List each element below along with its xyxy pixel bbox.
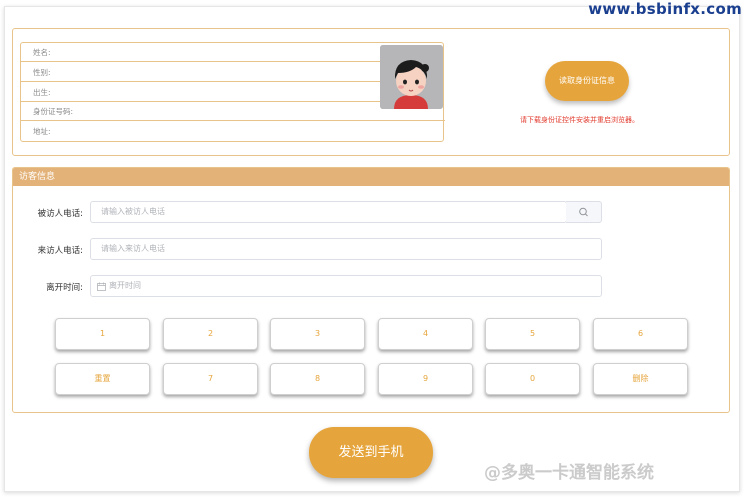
leave-time-placeholder: 离开时间 bbox=[109, 281, 141, 290]
visitor-info-panel: 访客信息 被访人电话: 请输入被访人电话 来访人电话: 请输入来访人电话 离开时… bbox=[12, 167, 730, 413]
key-delete[interactable]: 删除 bbox=[593, 363, 688, 395]
key-reset[interactable]: 重置 bbox=[55, 363, 150, 395]
id-field-birth: 出生: bbox=[21, 83, 381, 102]
key-3[interactable]: 3 bbox=[270, 318, 365, 350]
leave-time-input[interactable]: 离开时间 bbox=[90, 275, 602, 297]
id-card-panel: 姓名: 性别: 出生: 身份证号码: 地址: 读取身份证信息 请下载身份证控件安… bbox=[12, 28, 730, 156]
key-1[interactable]: 1 bbox=[55, 318, 150, 350]
leave-time-label: 离开时间: bbox=[46, 283, 83, 293]
key-2[interactable]: 2 bbox=[163, 318, 258, 350]
key-4[interactable]: 4 bbox=[378, 318, 473, 350]
id-field-gender: 性别: bbox=[21, 63, 381, 82]
visitor-phone-label: 来访人电话: bbox=[37, 246, 83, 256]
visitor-phone-input[interactable]: 请输入来访人电话 bbox=[90, 238, 602, 260]
key-5[interactable]: 5 bbox=[485, 318, 580, 350]
id-field-name: 姓名: bbox=[21, 43, 381, 62]
avatar-icon bbox=[380, 45, 443, 109]
watermark-bottom: @多奥一卡通智能系统 bbox=[484, 463, 654, 483]
key-8[interactable]: 8 bbox=[270, 363, 365, 395]
visitor-info-header: 访客信息 bbox=[13, 168, 729, 186]
visitee-phone-input[interactable]: 请输入被访人电话 bbox=[90, 201, 567, 223]
read-id-card-button[interactable]: 读取身份证信息 bbox=[545, 61, 629, 101]
id-field-address: 地址: bbox=[33, 127, 51, 136]
calendar-icon bbox=[97, 282, 106, 291]
key-9[interactable]: 9 bbox=[378, 363, 473, 395]
send-to-phone-button[interactable]: 发送到手机 bbox=[309, 427, 433, 478]
id-card: 姓名: 性别: 出生: 身份证号码: 地址: bbox=[20, 42, 445, 142]
visitee-search-button[interactable] bbox=[566, 201, 602, 223]
download-warning: 请下载身份证控件安装并重启浏览器。 bbox=[520, 116, 639, 124]
key-6[interactable]: 6 bbox=[593, 318, 688, 350]
visitee-phone-label: 被访人电话: bbox=[37, 209, 83, 219]
search-icon bbox=[579, 207, 588, 217]
watermark-top: www.bsbinfx.com bbox=[588, 0, 742, 18]
key-7[interactable]: 7 bbox=[163, 363, 258, 395]
key-0[interactable]: 0 bbox=[485, 363, 580, 395]
avatar-photo bbox=[380, 45, 443, 109]
